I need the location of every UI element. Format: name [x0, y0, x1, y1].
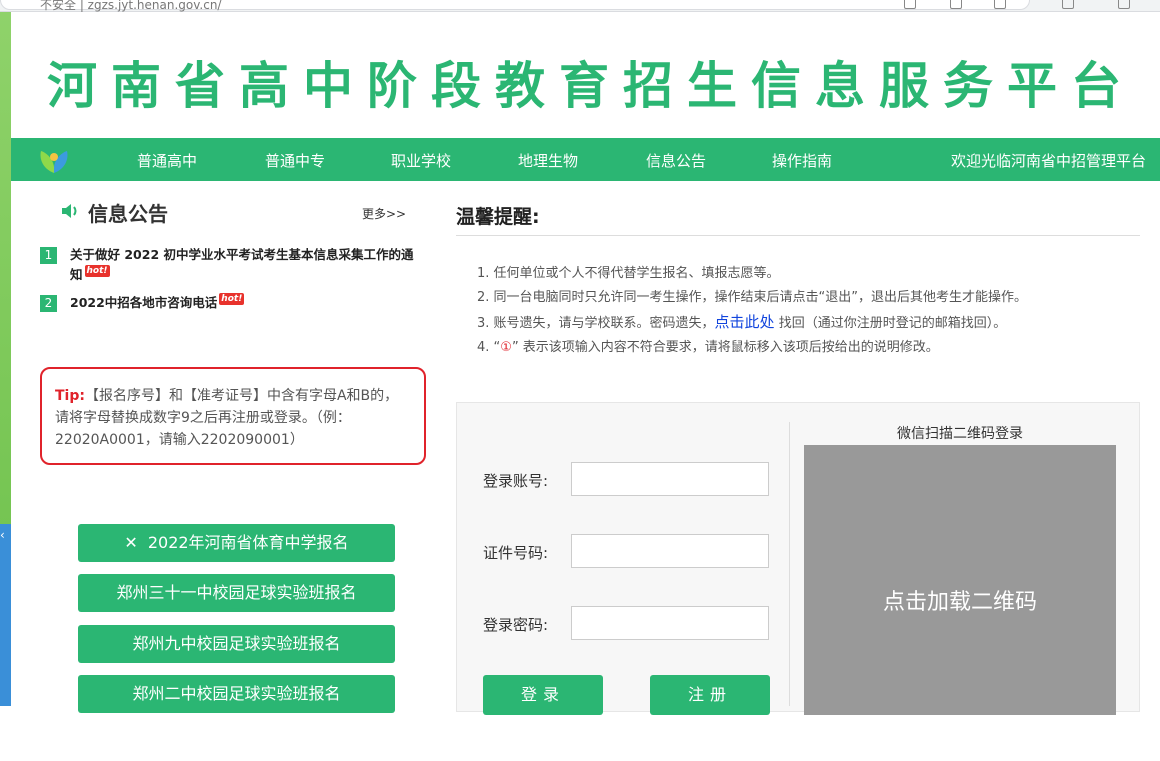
profile-icon[interactable] [1118, 0, 1130, 9]
list-item[interactable]: 2 2022中招各地市咨询电话 hot! [40, 293, 430, 313]
zz9-football-signup-button[interactable]: 郑州九中校园足球实验班报名 [78, 625, 395, 663]
tip-label: Tip: [55, 388, 85, 404]
warning-circle-icon: ① [500, 340, 512, 355]
reminder-list: 1. 任何单位或个人不得代替学生报名、填报志愿等。 2. 同一台电脑同时只允许同… [477, 262, 1027, 360]
recover-password-link[interactable]: 点击此处 [715, 313, 775, 331]
site-logo-icon [37, 145, 71, 175]
chevron-left-icon: ‹ [0, 528, 5, 542]
divider [456, 235, 1140, 236]
reminder-text: ” 表示该项输入内容不符合要求，请将鼠标移入该项后按给出的说明修改。 [511, 340, 939, 355]
extensions-icon[interactable] [994, 0, 1006, 9]
nav-item-putongzhongzhuan[interactable]: 普通中专 [265, 150, 325, 171]
login-button[interactable]: 登录 [483, 675, 603, 715]
reminder-item: 2. 同一台电脑同时只允许同一考生操作，操作结束后请点击“退出”，退出后其他考生… [477, 290, 1028, 305]
notice-list: 1 关于做好 2022 初中学业水平考试考生基本信息采集工作的通知 hot! 2 … [40, 245, 430, 321]
list-item-number: 2 [40, 295, 57, 312]
nav-item-zhiyexuexiao[interactable]: 职业学校 [391, 150, 451, 171]
reminder-item: 4. “①” 表示该项输入内容不符合要求，请将鼠标移入该项后按给出的说明修改。 [477, 336, 1027, 360]
notice-title: 信息公告 [88, 202, 168, 226]
hot-badge: hot! [219, 293, 245, 305]
speaker-icon [60, 203, 80, 223]
tools-icon: ✕ [124, 533, 138, 552]
reminder-item: 3. 账号遗失，请与学校联系。密码遗失，点击此处 找回（通过你注册时登记的邮箱找… [477, 310, 1027, 336]
settings-icon[interactable] [1062, 0, 1074, 9]
nav-item-dilishengwu[interactable]: 地理生物 [518, 150, 578, 171]
reminder-text: 4. “ [477, 340, 501, 355]
tip-box: Tip:【报名序号】和【准考证号】中含有字母A和B的，请将字母替换成数字9之后再… [40, 367, 426, 465]
side-float-tab[interactable]: ‹ [0, 524, 11, 706]
list-item-number: 1 [40, 247, 57, 264]
hot-badge: hot! [84, 265, 110, 277]
account-input[interactable] [571, 462, 769, 496]
more-link[interactable]: 更多>> [362, 205, 406, 222]
reminder-title: 温馨提醒: [456, 206, 540, 228]
zz2-football-signup-button[interactable]: 郑州二中校园足球实验班报名 [78, 675, 395, 713]
reminder-item: 1. 任何单位或个人不得代替学生报名、填报志愿等。 [477, 266, 780, 281]
button-label: 2022年河南省体育中学报名 [147, 533, 349, 552]
list-item[interactable]: 1 关于做好 2022 初中学业水平考试考生基本信息采集工作的通知 hot! [40, 245, 430, 285]
notice-header: 信息公告 [60, 198, 168, 227]
id-number-input[interactable] [571, 534, 769, 568]
sports-school-signup-button[interactable]: ✕ 2022年河南省体育中学报名 [78, 524, 395, 562]
list-item-text[interactable]: 关于做好 2022 初中学业水平考试考生基本信息采集工作的通知 [70, 247, 414, 282]
zz31-football-signup-button[interactable]: 郑州三十一中校园足球实验班报名 [78, 574, 395, 612]
nav-item-xinxigonggao[interactable]: 信息公告 [646, 150, 706, 171]
welcome-text: 欢迎光临河南省中招管理平台 [951, 152, 1147, 170]
address-text[interactable]: 不安全 | zgzs.jyt.henan.gov.cn/ [40, 0, 221, 13]
nav-item-putonggaozhong[interactable]: 普通高中 [137, 150, 197, 171]
account-label: 登录账号: [483, 472, 549, 490]
id-number-label: 证件号码: [483, 544, 549, 562]
tip-text: 【报名序号】和【准考证号】中含有字母A和B的，请将字母替换成数字9之后再注册或登… [55, 388, 399, 448]
browser-toolbar: 不安全 | zgzs.jyt.henan.gov.cn/ [0, 0, 1160, 12]
page-title: 河南省高中阶段教育招生信息服务平台 [47, 57, 1135, 115]
list-item-text[interactable]: 2022中招各地市咨询电话 [70, 295, 217, 310]
tab-search-icon[interactable] [950, 0, 962, 9]
password-input[interactable] [571, 606, 769, 640]
reminder-text: 3. 账号遗失，请与学校联系。密码遗失， [477, 316, 715, 331]
divider [789, 422, 790, 706]
password-label: 登录密码: [483, 616, 549, 634]
register-button[interactable]: 注册 [650, 675, 770, 715]
nav-item-caozuozhinan[interactable]: 操作指南 [772, 150, 832, 171]
main-nav: 普通高中 普通中专 职业学校 地理生物 信息公告 操作指南 欢迎光临河南省中招管… [11, 138, 1160, 181]
reader-icon[interactable] [904, 0, 916, 9]
qr-title: 微信扫描二维码登录 [897, 426, 1023, 442]
reminder-text: 找回（通过你注册时登记的邮箱找回）。 [774, 316, 1007, 331]
load-qr-code-button[interactable]: 点击加载二维码 [804, 445, 1116, 715]
